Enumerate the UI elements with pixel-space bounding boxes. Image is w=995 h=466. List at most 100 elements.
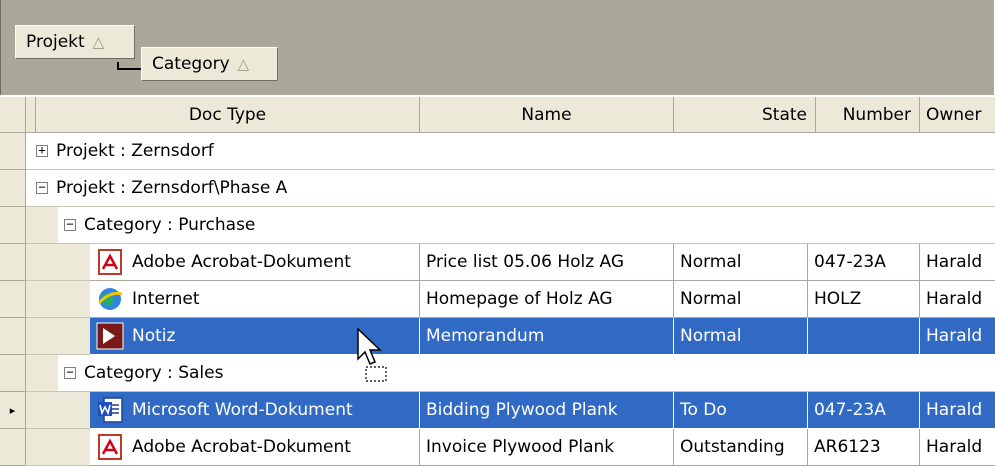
cell-text: Harald [926, 289, 983, 309]
group-indent [26, 281, 90, 318]
group-row-content[interactable]: − Projekt : Zernsdorf\Phase A [26, 170, 995, 207]
cell-state[interactable]: Normal [674, 318, 808, 355]
column-header-label: Name [521, 104, 572, 125]
cell-doc-type[interactable]: Internet [90, 281, 420, 318]
group-row-projekt-phase-a[interactable]: − Projekt : Zernsdorf\Phase A [0, 170, 995, 207]
group-row-label: Category : Purchase [84, 215, 256, 235]
cell-number[interactable]: 047-23A [808, 244, 920, 281]
pdf-icon [98, 434, 122, 460]
table-row[interactable]: Adobe Acrobat-Dokument Price list 05.06 … [0, 244, 995, 281]
row-indicator [0, 429, 26, 466]
group-indent [26, 244, 90, 281]
column-header-label: Number [842, 104, 911, 125]
table-row[interactable]: Internet Homepage of Holz AG Normal HOLZ… [0, 281, 995, 318]
cell-state[interactable]: To Do [674, 392, 808, 429]
cell-number[interactable]: 047-23A [808, 392, 920, 429]
group-chip-projekt[interactable]: Projekt △ [15, 25, 135, 59]
note-icon [96, 322, 124, 350]
group-by-panel[interactable]: Projekt △ Category △ [0, 0, 994, 95]
cell-text: Price list 05.06 Holz AG [426, 252, 625, 272]
internet-globe-icon [97, 288, 123, 310]
cell-state[interactable]: Normal [674, 281, 808, 318]
table-row[interactable]: Notiz Memorandum Normal Harald [0, 318, 995, 355]
group-row-content[interactable]: − Category : Sales [58, 355, 995, 392]
cell-owner[interactable]: Harald [920, 281, 995, 318]
cell-number[interactable] [808, 318, 920, 355]
cell-doc-type[interactable]: Microsoft Word-Dokument [90, 392, 420, 429]
sort-ascending-triangle-icon: △ [92, 33, 105, 51]
column-header-owner[interactable]: Owner [920, 97, 995, 133]
group-indent [26, 355, 58, 392]
collapse-minus-icon[interactable]: − [64, 218, 76, 231]
column-header-name[interactable]: Name [420, 97, 674, 133]
group-row-content[interactable]: + Projekt : Zernsdorf [26, 133, 995, 170]
cell-text: Harald [926, 400, 983, 420]
cell-name[interactable]: Invoice Plywood Plank [420, 429, 674, 466]
cell-text: Bidding Plywood Plank [426, 400, 618, 420]
cell-text: 047-23A [814, 400, 886, 420]
document-grid-window: Projekt △ Category △ Doc Type Name State… [0, 0, 995, 466]
cell-state[interactable]: Outstanding [674, 429, 808, 466]
word-document-icon [98, 397, 123, 423]
cell-doc-type[interactable]: Adobe Acrobat-Dokument [90, 244, 420, 281]
header-spacer [26, 97, 36, 133]
cell-number[interactable]: AR6123 [808, 429, 920, 466]
group-row-label: Category : Sales [84, 363, 224, 383]
group-indent [26, 392, 90, 429]
cell-doc-type[interactable]: Adobe Acrobat-Dokument [90, 429, 420, 466]
row-indicator [0, 170, 26, 207]
cell-name[interactable]: Memorandum [420, 318, 674, 355]
cell-text: Invoice Plywood Plank [426, 437, 615, 457]
table-row[interactable]: Adobe Acrobat-Dokument Invoice Plywood P… [0, 429, 995, 466]
column-header-label: State [762, 104, 807, 125]
column-header-row: Doc Type Name State Number Owner [0, 96, 995, 133]
cell-text: Notiz [132, 326, 176, 346]
column-header-number[interactable]: Number [816, 97, 920, 133]
group-chip-label: Projekt [26, 32, 85, 52]
cell-doc-type[interactable]: Notiz [90, 318, 420, 355]
cell-owner[interactable]: Harald [920, 244, 995, 281]
table-row[interactable]: ▸ Microsoft Word-Dokument Bidding Plywoo… [0, 392, 995, 429]
expand-plus-icon[interactable]: + [36, 144, 48, 157]
row-indicator [0, 133, 26, 170]
cell-text: Normal [680, 252, 742, 272]
cell-owner[interactable]: Harald [920, 392, 995, 429]
group-connector-line [117, 62, 143, 70]
cell-text: Adobe Acrobat-Dokument [132, 437, 351, 457]
cell-owner[interactable]: Harald [920, 318, 995, 355]
column-header-doc-type[interactable]: Doc Type [36, 97, 420, 133]
row-indicator [0, 355, 26, 392]
cell-number[interactable]: HOLZ [808, 281, 920, 318]
sort-ascending-triangle-icon: △ [237, 55, 250, 73]
group-row-content[interactable]: − Category : Purchase [58, 207, 995, 244]
cell-text: AR6123 [814, 437, 881, 457]
row-indicator [0, 281, 26, 318]
cell-text: 047-23A [814, 252, 886, 272]
cell-state[interactable]: Normal [674, 244, 808, 281]
row-pointer-icon: ▸ [9, 403, 16, 417]
cell-name[interactable]: Homepage of Holz AG [420, 281, 674, 318]
header-indicator-cell [0, 97, 26, 133]
row-indicator [0, 244, 26, 281]
collapse-minus-icon[interactable]: − [36, 181, 48, 194]
pdf-icon [98, 249, 122, 275]
group-chip-label: Category [152, 54, 230, 74]
cell-text: Microsoft Word-Dokument [132, 400, 353, 420]
cell-text: Outstanding [680, 437, 785, 457]
group-row-category-sales[interactable]: − Category : Sales [0, 355, 995, 392]
cell-text: To Do [680, 400, 727, 420]
group-row-projekt-zernsdorf[interactable]: + Projekt : Zernsdorf [0, 133, 995, 170]
cell-text: Memorandum [426, 326, 545, 346]
collapse-minus-icon[interactable]: − [64, 366, 76, 379]
cell-text: HOLZ [814, 289, 862, 309]
cell-name[interactable]: Price list 05.06 Holz AG [420, 244, 674, 281]
cell-owner[interactable]: Harald [920, 429, 995, 466]
cell-text: Internet [132, 289, 200, 309]
cell-text: Harald [926, 252, 983, 272]
group-row-category-purchase[interactable]: − Category : Purchase [0, 207, 995, 244]
group-chip-category[interactable]: Category △ [141, 47, 278, 81]
row-indicator [0, 207, 26, 244]
column-header-state[interactable]: State [674, 97, 816, 133]
cell-name[interactable]: Bidding Plywood Plank [420, 392, 674, 429]
column-header-label: Doc Type [188, 104, 267, 125]
